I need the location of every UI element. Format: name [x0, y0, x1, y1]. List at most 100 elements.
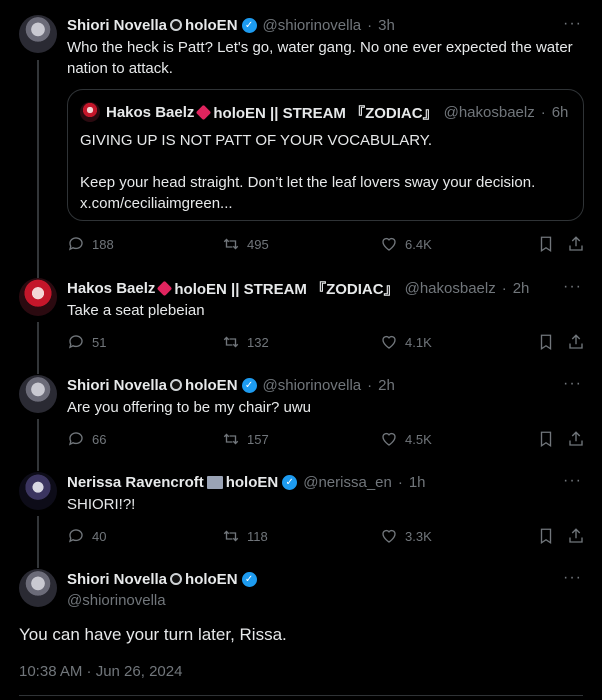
repost-button[interactable]: 132: [222, 333, 269, 351]
quoted-tweet-header: Hakos Baelz holoEN || STREAM 『ZODIAC』 @h…: [80, 102, 568, 122]
repost-button[interactable]: 495: [222, 235, 269, 253]
verified-badge-icon[interactable]: ✓: [241, 17, 257, 33]
like-button[interactable]: 6.4K: [380, 235, 432, 253]
bookmark-button[interactable]: [537, 430, 555, 448]
separator: ·: [367, 376, 373, 394]
share-button[interactable]: [567, 235, 585, 253]
display-name: Hakos Baelz: [106, 103, 195, 121]
display-name-brand[interactable]: holoEN: [226, 474, 279, 491]
like-button[interactable]: 4.1K: [380, 333, 432, 351]
avatar[interactable]: [19, 472, 57, 510]
share-button[interactable]: [567, 333, 585, 351]
reply-button[interactable]: 188: [67, 235, 114, 253]
display-name-brand[interactable]: holoEN: [185, 377, 238, 394]
display-name[interactable]: Nerissa Ravencroft: [67, 474, 204, 491]
reply-count: 66: [92, 431, 107, 447]
bookmark-button[interactable]: [537, 527, 555, 545]
main-tweet-timestamp[interactable]: 10:38 AM · Jun 26, 2024: [19, 663, 182, 680]
timestamp[interactable]: 3h: [378, 17, 395, 34]
magnifier-emoji-icon: [170, 19, 183, 31]
bookmark-button[interactable]: [537, 333, 555, 351]
display-name-brand: holoEN || STREAM 『ZODIAC』: [213, 104, 438, 122]
reply-button[interactable]: 40: [67, 527, 106, 545]
handle: @hakosbaelz: [443, 103, 535, 121]
display-name[interactable]: Shiori Novella: [67, 377, 167, 394]
handle[interactable]: @shiorinovella: [67, 592, 166, 609]
display-name-brand[interactable]: holoEN || STREAM 『ZODIAC』: [174, 278, 398, 299]
separator: ·: [367, 16, 373, 34]
more-options-icon[interactable]: ···: [563, 569, 582, 587]
verified-badge-icon[interactable]: ✓: [282, 474, 298, 490]
tweet-header: Shiori Novella holoEN ✓ @shiorinovella ·…: [67, 15, 395, 35]
quoted-link[interactable]: x.com/ceciliaimgreen...: [80, 193, 570, 214]
tweet-text: Are you offering to be my chair? uwu: [67, 399, 312, 416]
like-button[interactable]: 4.5K: [380, 430, 432, 448]
display-name[interactable]: Shiori Novella: [67, 17, 167, 34]
more-options-icon[interactable]: ···: [563, 278, 582, 296]
bookmark-button[interactable]: [537, 235, 555, 253]
die-emoji-icon: [196, 104, 212, 120]
handle[interactable]: @shiorinovella: [263, 17, 362, 34]
handle[interactable]: @nerissa_en: [303, 474, 392, 491]
like-count: 4.5K: [405, 431, 432, 447]
quoted-tweet[interactable]: Hakos Baelz holoEN || STREAM 『ZODIAC』 @h…: [67, 89, 584, 221]
like-button[interactable]: 3.3K: [380, 527, 432, 545]
avatar[interactable]: [19, 375, 57, 413]
like-count: 4.1K: [405, 334, 432, 350]
separator: ·: [501, 279, 507, 297]
main-tweet: Shiori Novella holoEN ✓ @shiorinovella ·…: [0, 569, 602, 609]
timestamp[interactable]: 2h: [378, 377, 395, 394]
tweet-text: SHIORI!?!: [67, 496, 136, 513]
share-button[interactable]: [567, 527, 585, 545]
main-tweet-text: You can have your turn later, Rissa.: [19, 625, 287, 644]
more-options-icon[interactable]: ···: [563, 375, 582, 393]
display-name-brand[interactable]: holoEN: [185, 571, 238, 588]
timestamp: 6h: [551, 103, 569, 121]
tweet[interactable]: Shiori Novella holoEN ✓ @shiorinovella ·…: [0, 15, 602, 265]
verified-badge-icon[interactable]: ✓: [241, 571, 257, 587]
share-button[interactable]: [567, 430, 585, 448]
handle-row: @shiorinovella: [67, 590, 166, 610]
reply-icon: [68, 432, 83, 446]
repost-icon: [223, 336, 239, 348]
tweet-actions: 51 132 4.1K: [67, 333, 587, 353]
reply-icon: [68, 529, 83, 543]
quoted-text-line: GIVING UP IS NOT PATT OF YOUR VOCABULARY…: [80, 132, 433, 149]
avatar[interactable]: [19, 569, 57, 607]
timestamp[interactable]: 2h: [513, 280, 530, 297]
like-count: 3.3K: [405, 528, 432, 544]
reply-count: 188: [92, 236, 114, 252]
reply-count: 40: [92, 528, 107, 544]
bookmark-icon: [540, 528, 552, 545]
verified-badge-icon[interactable]: ✓: [241, 377, 257, 393]
tweet-text-line: Who the heck is Patt? Let's go, water ga…: [67, 39, 573, 56]
reply-button[interactable]: 51: [67, 333, 106, 351]
reply-icon: [68, 237, 83, 251]
timestamp[interactable]: 1h: [409, 474, 426, 491]
tweet[interactable]: Shiori Novella holoEN ✓ @shiorinovella ·…: [0, 375, 602, 455]
repost-count: 495: [247, 236, 269, 252]
repost-button[interactable]: 157: [222, 430, 269, 448]
reply-button[interactable]: 66: [67, 430, 106, 448]
like-count: 6.4K: [405, 236, 432, 252]
avatar[interactable]: [19, 15, 57, 53]
share-icon: [569, 334, 583, 349]
tweet[interactable]: Hakos Baelz holoEN || STREAM 『ZODIAC』 @h…: [0, 278, 602, 358]
heart-icon: [382, 529, 396, 543]
tweet[interactable]: Nerissa Ravencroft holoEN ✓ @nerissa_en …: [0, 472, 602, 552]
display-name-brand[interactable]: holoEN: [185, 17, 238, 34]
handle[interactable]: @shiorinovella: [263, 377, 362, 394]
more-options-icon[interactable]: ···: [563, 472, 582, 490]
tweet-text-line: nation to attack.: [67, 60, 173, 77]
share-icon: [569, 431, 583, 446]
display-name[interactable]: Hakos Baelz: [67, 280, 155, 297]
die-emoji-icon: [157, 280, 173, 296]
display-name[interactable]: Shiori Novella: [67, 571, 167, 588]
avatar[interactable]: [19, 278, 57, 316]
magnifier-emoji-icon: [170, 573, 183, 585]
more-options-icon[interactable]: ···: [563, 15, 582, 33]
repost-button[interactable]: 118: [222, 527, 268, 545]
handle[interactable]: @hakosbaelz: [405, 280, 496, 297]
tweet-text: Take a seat plebeian: [67, 302, 205, 319]
bookmark-icon: [540, 236, 552, 253]
